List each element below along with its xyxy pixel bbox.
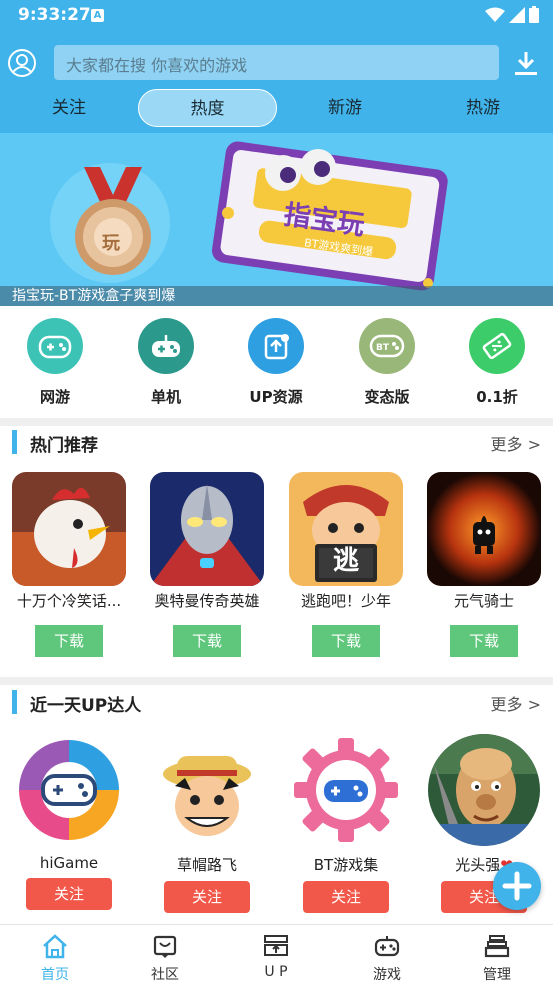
notification-icon: A xyxy=(91,9,104,22)
search-placeholder: 大家都在搜 你喜欢的游戏 xyxy=(66,56,248,75)
up-user-card[interactable]: BT游戏集 关注 xyxy=(281,734,411,913)
game-name: 十万个冷笑话... xyxy=(16,592,122,610)
up-user-name: hiGame xyxy=(39,854,99,872)
section-marker xyxy=(12,690,17,714)
game-card[interactable]: 逃 逃跑吧！少年 下载 xyxy=(286,472,406,657)
status-indicators xyxy=(485,6,539,23)
game-card[interactable]: 十万个冷笑话... 下载 xyxy=(9,472,129,657)
higame-logo-icon xyxy=(13,734,125,846)
user-avatar-icon[interactable] xyxy=(7,48,37,78)
nav-manage[interactable]: 管理 xyxy=(442,925,552,985)
download-icon[interactable] xyxy=(513,50,539,78)
up-user-name: BT游戏集 xyxy=(313,856,379,874)
category-label: 单机 xyxy=(150,388,181,406)
tab-follow[interactable]: 关注 xyxy=(24,89,114,127)
hot-section-title: 热门推荐 xyxy=(30,436,98,456)
up-icon xyxy=(264,935,288,956)
category-bt[interactable]: BT 变态版 xyxy=(342,318,432,407)
gamepad-online-icon xyxy=(27,318,83,374)
up-section-header: 近一天UP达人 更多 > xyxy=(0,683,553,723)
game-icon-text: 逃 xyxy=(332,546,359,576)
promo-banner[interactable]: 玩 指宝玩 BT游戏爽到爆 指宝玩-BT游戏盒子爽到爆 xyxy=(0,133,553,306)
game-name: 元气骑士 xyxy=(453,592,514,610)
banner-caption: 指宝玩-BT游戏盒子爽到爆 xyxy=(0,286,553,306)
nav-label: U P xyxy=(264,964,288,980)
category-online[interactable]: 网游 xyxy=(10,318,100,407)
tab-new[interactable]: 新游 xyxy=(300,89,390,127)
svg-text:BT: BT xyxy=(376,343,390,353)
category-single[interactable]: 单机 xyxy=(121,318,211,407)
game-icon-soul-knight xyxy=(427,472,541,586)
hot-section-header: 热门推荐 更多 > xyxy=(0,423,553,463)
download-button[interactable]: 下载 xyxy=(173,625,241,657)
up-user-name: 草帽路飞 xyxy=(176,856,237,874)
follow-button[interactable]: 关注 xyxy=(303,881,389,913)
nav-label: 游戏 xyxy=(373,967,401,983)
plus-icon xyxy=(502,871,532,901)
gamepad-single-icon xyxy=(138,318,194,374)
banner-art xyxy=(0,133,553,306)
category-label: UP资源 xyxy=(249,388,303,406)
bald-qiang-avatar-icon xyxy=(428,734,540,846)
home-icon xyxy=(43,934,67,959)
nav-label: 管理 xyxy=(483,967,511,983)
up-user-card[interactable]: hiGame 关注 xyxy=(4,734,134,910)
search-input[interactable]: 大家都在搜 你喜欢的游戏 xyxy=(54,45,499,80)
tab-popular[interactable]: 热游 xyxy=(438,89,528,127)
luffy-avatar-icon xyxy=(151,734,263,846)
top-tabs: 关注 热度 新游 热游 xyxy=(0,89,553,127)
nav-label: 社区 xyxy=(151,967,179,983)
up-more-link[interactable]: 更多 > xyxy=(491,691,542,715)
hot-more-link[interactable]: 更多 > xyxy=(491,431,542,455)
nav-up[interactable]: U P xyxy=(221,925,331,985)
gamepad-icon xyxy=(374,936,400,957)
signal-icon xyxy=(509,6,525,23)
up-user-card[interactable]: 草帽路飞 关注 xyxy=(142,734,272,913)
download-button[interactable]: 下载 xyxy=(450,625,518,657)
follow-button[interactable]: 关注 xyxy=(26,878,112,910)
manage-icon xyxy=(484,935,510,958)
community-icon xyxy=(153,935,177,958)
nav-label: 首页 xyxy=(41,967,69,983)
battery-icon xyxy=(529,6,539,23)
status-time: 9:33:27 xyxy=(18,5,91,25)
banner-badge-text: 玩 xyxy=(102,233,120,254)
discount-ticket-icon xyxy=(469,318,525,374)
upload-resource-icon xyxy=(248,318,304,374)
wifi-icon xyxy=(485,7,505,22)
tab-hot[interactable]: 热度 xyxy=(138,89,277,127)
nav-community[interactable]: 社区 xyxy=(110,925,220,985)
game-card[interactable]: 元气骑士 下载 xyxy=(424,472,544,657)
nav-home[interactable]: 首页 xyxy=(0,925,110,985)
bottom-nav: 首页 社区 U P 游戏 管理 xyxy=(0,924,553,984)
follow-button[interactable]: 关注 xyxy=(164,881,250,913)
nav-games[interactable]: 游戏 xyxy=(332,925,442,985)
game-name: 奥特曼传奇英雄 xyxy=(154,592,260,610)
header: 大家都在搜 你喜欢的游戏 关注 热度 新游 热游 xyxy=(0,32,553,133)
game-icon-chicken xyxy=(12,472,126,586)
category-label: 网游 xyxy=(39,388,70,406)
bt-gear-gamepad-icon xyxy=(290,734,402,846)
category-discount[interactable]: 0.1折 xyxy=(452,318,542,407)
bt-gamepad-icon: BT xyxy=(359,318,415,374)
category-up-resource[interactable]: UP资源 xyxy=(231,318,321,407)
category-label: 0.1折 xyxy=(476,388,518,406)
status-bar: 9:33:27 A xyxy=(0,0,553,32)
add-fab-button[interactable] xyxy=(493,862,541,910)
download-button[interactable]: 下载 xyxy=(35,625,103,657)
up-section-title: 近一天UP达人 xyxy=(30,696,142,716)
section-marker xyxy=(12,430,17,454)
game-icon-ultraman xyxy=(150,472,264,586)
game-card[interactable]: 奥特曼传奇英雄 下载 xyxy=(147,472,267,657)
game-name: 逃跑吧！少年 xyxy=(300,592,391,610)
category-label: 变态版 xyxy=(364,388,410,406)
category-row: 网游 单机 UP资源 BT 变态版 0.1折 xyxy=(0,318,553,418)
download-button[interactable]: 下载 xyxy=(312,625,380,657)
